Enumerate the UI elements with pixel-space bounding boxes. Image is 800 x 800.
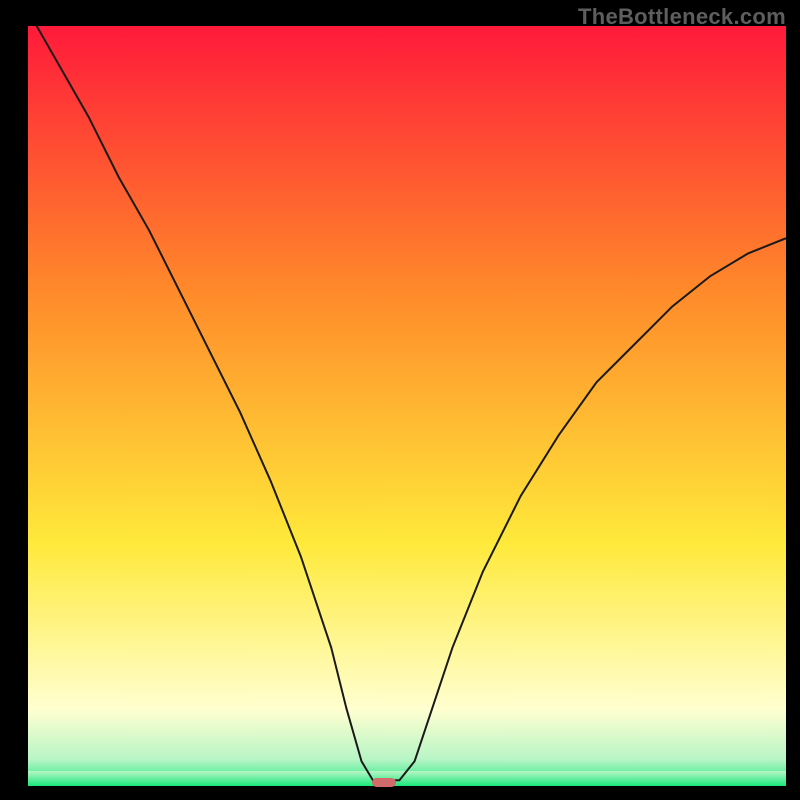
chart-frame: TheBottleneck.com — [0, 0, 800, 800]
bottleneck-curve — [28, 26, 786, 784]
plot-area — [28, 26, 786, 786]
curve-path — [28, 26, 786, 780]
optimum-marker — [372, 778, 396, 787]
